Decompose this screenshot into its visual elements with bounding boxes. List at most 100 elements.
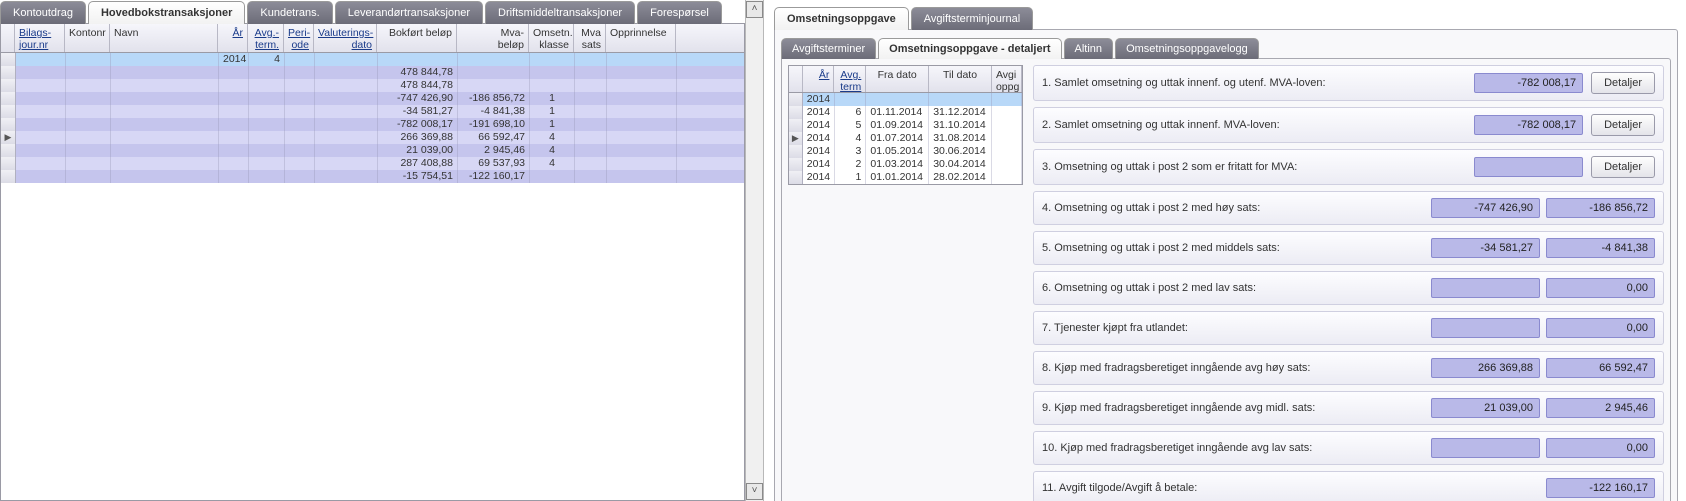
column-header[interactable]: År bbox=[218, 24, 248, 52]
table-row[interactable]: 2014501.09.201431.10.2014 bbox=[789, 119, 1022, 132]
table-row[interactable]: 2014301.05.201430.06.2014 bbox=[789, 145, 1022, 158]
table-row[interactable]: 2014201.03.201430.04.2014 bbox=[789, 158, 1022, 171]
column-header[interactable]: Mvasats bbox=[574, 24, 606, 52]
detail-label: 10. Kjøp med fradragsberetiget inngående… bbox=[1042, 442, 1425, 454]
subtab-avgiftsterminer[interactable]: Avgiftsterminer bbox=[781, 38, 876, 59]
table-row[interactable]: 20144 bbox=[1, 53, 744, 66]
column-header[interactable]: Mva-beløp bbox=[457, 24, 529, 52]
table-row[interactable]: 478 844,78 bbox=[1, 66, 744, 79]
column-header[interactable]: Kontonr bbox=[65, 24, 110, 52]
tab-omsetningsoppgave[interactable]: Omsetningsoppgave bbox=[774, 7, 909, 30]
column-header[interactable]: Til dato bbox=[929, 66, 992, 92]
column-header[interactable]: Avg.term bbox=[834, 66, 866, 92]
vertical-scrollbar[interactable]: ˄ ˅ bbox=[746, 0, 764, 501]
table-row[interactable]: ▶266 369,8866 592,474 bbox=[1, 131, 744, 144]
detail-value-1: -747 426,90 bbox=[1431, 198, 1540, 218]
column-header[interactable]: Bokført beløp bbox=[377, 24, 457, 52]
table-row[interactable]: -34 581,27-4 841,381 bbox=[1, 105, 744, 118]
vat-detail-row: 10. Kjøp med fradragsberetiget inngående… bbox=[1033, 431, 1664, 465]
detail-value-1 bbox=[1431, 278, 1540, 298]
scroll-up-icon[interactable]: ˄ bbox=[746, 1, 763, 18]
detail-value-1: -782 008,17 bbox=[1474, 115, 1583, 135]
detail-value-1 bbox=[1474, 157, 1583, 177]
detaljer-button[interactable]: Detaljer bbox=[1591, 156, 1655, 178]
detail-value-1: -34 581,27 bbox=[1431, 238, 1540, 258]
detail-label: 9. Kjøp med fradragsberetiget inngående … bbox=[1042, 402, 1425, 414]
detail-value-2: -186 856,72 bbox=[1546, 198, 1655, 218]
vat-detail-row: 2. Samlet omsetning og uttak innenf. MVA… bbox=[1033, 107, 1664, 143]
column-header[interactable] bbox=[1, 24, 15, 52]
column-header[interactable] bbox=[789, 66, 803, 92]
detail-label: 5. Omsetning og uttak i post 2 med midde… bbox=[1042, 242, 1425, 254]
detail-value-2: 66 592,47 bbox=[1546, 358, 1655, 378]
vat-detail-row: 5. Omsetning og uttak i post 2 med midde… bbox=[1033, 231, 1664, 265]
detail-label: 4. Omsetning og uttak i post 2 med høy s… bbox=[1042, 202, 1425, 214]
ledger-grid: Bilags-jour.nrKontonrNavnÅrAvg.-term.Per… bbox=[0, 23, 745, 501]
detail-label: 6. Omsetning og uttak i post 2 med lav s… bbox=[1042, 282, 1425, 294]
left-tabs: KontoutdragHovedbokstransaksjonerKundetr… bbox=[0, 0, 745, 23]
tab-hovedbokstransaksjoner[interactable]: Hovedbokstransaksjoner bbox=[88, 1, 245, 24]
detail-value-2: -122 160,17 bbox=[1546, 478, 1655, 498]
scroll-down-icon[interactable]: ˅ bbox=[746, 483, 763, 500]
tab-leverand-rtransaksjoner[interactable]: Leverandørtransaksjoner bbox=[335, 1, 483, 24]
vat-detail-row: 11. Avgift tilgode/Avgift å betale: -122 … bbox=[1033, 471, 1664, 501]
detaljer-button[interactable]: Detaljer bbox=[1591, 114, 1655, 136]
detail-label: 7. Tjenester kjøpt fra utlandet: bbox=[1042, 322, 1425, 334]
column-header[interactable]: Bilags-jour.nr bbox=[15, 24, 65, 52]
vat-detail-list: 1. Samlet omsetning og uttak innenf. og … bbox=[1033, 65, 1664, 501]
column-header[interactable]: Avgioppg bbox=[992, 66, 1022, 92]
periods-grid: ÅrAvg.termFra datoTil datoAvgioppg 20142… bbox=[788, 65, 1023, 185]
detail-value-1: -782 008,17 bbox=[1474, 73, 1583, 93]
subtab-omsetningsoppgavelogg[interactable]: Omsetningsoppgavelogg bbox=[1115, 38, 1259, 59]
column-header[interactable]: Navn bbox=[110, 24, 218, 52]
column-header[interactable]: Valuterings-dato bbox=[314, 24, 377, 52]
column-header[interactable]: Opprinnelse bbox=[606, 24, 676, 52]
column-header[interactable]: Peri-ode bbox=[284, 24, 314, 52]
detail-value-2: 0,00 bbox=[1546, 278, 1655, 298]
subtab-omsetningsoppgave-detaljert[interactable]: Omsetningsoppgave - detaljert bbox=[878, 38, 1061, 59]
vat-detail-row: 7. Tjenester kjøpt fra utlandet: 0,00 bbox=[1033, 311, 1664, 345]
detail-value-2: 0,00 bbox=[1546, 318, 1655, 338]
tab-driftsmiddeltransaksjoner[interactable]: Driftsmiddeltransaksjoner bbox=[485, 1, 635, 24]
detaljer-button[interactable]: Detaljer bbox=[1591, 72, 1655, 94]
vat-detail-row: 6. Omsetning og uttak i post 2 med lav s… bbox=[1033, 271, 1664, 305]
vat-detail-row: 8. Kjøp med fradragsberetiget inngående … bbox=[1033, 351, 1664, 385]
vat-detail-row: 4. Omsetning og uttak i post 2 med høy s… bbox=[1033, 191, 1664, 225]
detail-value-2: 2 945,46 bbox=[1546, 398, 1655, 418]
detail-value-1 bbox=[1431, 438, 1540, 458]
table-row[interactable]: 2014601.11.201431.12.2014 bbox=[789, 106, 1022, 119]
table-row[interactable]: 2014101.01.201428.02.2014 bbox=[789, 171, 1022, 184]
table-row[interactable]: -15 754,51-122 160,17 bbox=[1, 170, 744, 183]
table-row[interactable]: 21 039,002 945,464 bbox=[1, 144, 744, 157]
tab-kundetrans-[interactable]: Kundetrans. bbox=[247, 1, 332, 24]
right-sub-tabs: AvgiftsterminerOmsetningsoppgave - detal… bbox=[781, 38, 1671, 59]
column-header[interactable]: År bbox=[803, 66, 835, 92]
table-row[interactable]: 287 408,8869 537,934 bbox=[1, 157, 744, 170]
subtab-altinn[interactable]: Altinn bbox=[1064, 38, 1114, 59]
right-top-tabs: OmsetningsoppgaveAvgiftsterminjournal bbox=[774, 6, 1678, 29]
table-row[interactable]: -747 426,90-186 856,721 bbox=[1, 92, 744, 105]
detail-label: 11. Avgift tilgode/Avgift å betale: bbox=[1042, 482, 1540, 494]
detail-value-1 bbox=[1431, 318, 1540, 338]
tab-avgiftsterminjournal[interactable]: Avgiftsterminjournal bbox=[911, 7, 1033, 30]
table-row[interactable]: -782 008,17-191 698,101 bbox=[1, 118, 744, 131]
table-row[interactable]: 478 844,78 bbox=[1, 79, 744, 92]
detail-value-1: 266 369,88 bbox=[1431, 358, 1540, 378]
table-row[interactable]: 2014 bbox=[789, 93, 1022, 106]
tab-kontoutdrag[interactable]: Kontoutdrag bbox=[0, 1, 86, 24]
detail-value-2: -4 841,38 bbox=[1546, 238, 1655, 258]
detail-value-2: 0,00 bbox=[1546, 438, 1655, 458]
detail-label: 3. Omsetning og uttak i post 2 som er fr… bbox=[1042, 161, 1468, 173]
vat-detail-row: 1. Samlet omsetning og uttak innenf. og … bbox=[1033, 65, 1664, 101]
table-row[interactable]: ▶2014401.07.201431.08.2014 bbox=[789, 132, 1022, 145]
column-header[interactable]: Omsetn.klasse bbox=[529, 24, 574, 52]
vat-detail-row: 3. Omsetning og uttak i post 2 som er fr… bbox=[1033, 149, 1664, 185]
vat-detail-row: 9. Kjøp med fradragsberetiget inngående … bbox=[1033, 391, 1664, 425]
detail-value-1: 21 039,00 bbox=[1431, 398, 1540, 418]
column-header[interactable]: Avg.-term. bbox=[248, 24, 284, 52]
detail-label: 8. Kjøp med fradragsberetiget inngående … bbox=[1042, 362, 1425, 374]
column-header[interactable]: Fra dato bbox=[866, 66, 929, 92]
detail-label: 1. Samlet omsetning og uttak innenf. og … bbox=[1042, 77, 1468, 89]
detail-label: 2. Samlet omsetning og uttak innenf. MVA… bbox=[1042, 119, 1468, 131]
tab-foresp-rsel[interactable]: Forespørsel bbox=[637, 1, 722, 24]
